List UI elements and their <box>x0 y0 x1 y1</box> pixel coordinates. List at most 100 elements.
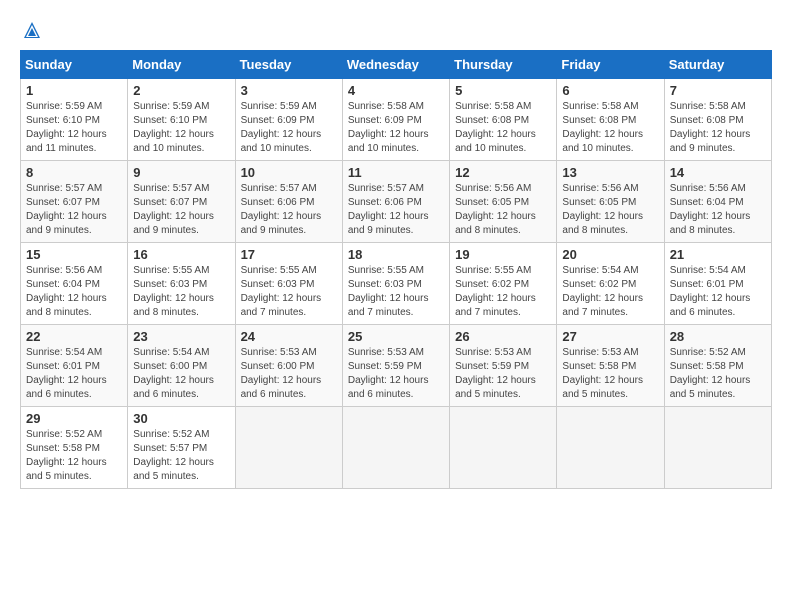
weekday-header-tuesday: Tuesday <box>235 51 342 79</box>
day-info: Sunrise: 5:53 AMSunset: 5:59 PMDaylight:… <box>348 346 444 402</box>
day-info: Sunrise: 5:58 AMSunset: 6:08 PMDaylight:… <box>455 100 551 156</box>
day-info: Sunrise: 5:56 AMSunset: 6:04 PMDaylight:… <box>26 264 122 320</box>
day-info: Sunrise: 5:56 AMSunset: 6:05 PMDaylight:… <box>562 182 658 238</box>
day-number: 10 <box>241 165 337 180</box>
day-info: Sunrise: 5:53 AMSunset: 6:00 PMDaylight:… <box>241 346 337 402</box>
calendar-cell <box>450 407 557 489</box>
calendar-cell: 22 Sunrise: 5:54 AMSunset: 6:01 PMDayligh… <box>21 325 128 407</box>
day-info: Sunrise: 5:56 AMSunset: 6:04 PMDaylight:… <box>670 182 766 238</box>
day-info: Sunrise: 5:55 AMSunset: 6:03 PMDaylight:… <box>133 264 229 320</box>
weekday-header-friday: Friday <box>557 51 664 79</box>
day-info: Sunrise: 5:53 AMSunset: 5:59 PMDaylight:… <box>455 346 551 402</box>
day-info: Sunrise: 5:52 AMSunset: 5:58 PMDaylight:… <box>26 428 122 484</box>
calendar-week-row: 15 Sunrise: 5:56 AMSunset: 6:04 PMDayligh… <box>21 243 772 325</box>
weekday-header-sunday: Sunday <box>21 51 128 79</box>
day-number: 2 <box>133 83 229 98</box>
day-number: 27 <box>562 329 658 344</box>
calendar-cell: 7 Sunrise: 5:58 AMSunset: 6:08 PMDaylight… <box>664 79 771 161</box>
calendar-cell: 16 Sunrise: 5:55 AMSunset: 6:03 PMDayligh… <box>128 243 235 325</box>
calendar-cell: 26 Sunrise: 5:53 AMSunset: 5:59 PMDayligh… <box>450 325 557 407</box>
day-info: Sunrise: 5:58 AMSunset: 6:08 PMDaylight:… <box>562 100 658 156</box>
day-number: 19 <box>455 247 551 262</box>
weekday-header-saturday: Saturday <box>664 51 771 79</box>
calendar-cell: 18 Sunrise: 5:55 AMSunset: 6:03 PMDayligh… <box>342 243 449 325</box>
calendar-cell: 27Sunrise: 5:53 AMSunset: 5:58 PMDayligh… <box>557 325 664 407</box>
calendar-cell <box>235 407 342 489</box>
day-number: 8 <box>26 165 122 180</box>
calendar-cell: 12 Sunrise: 5:56 AMSunset: 6:05 PMDayligh… <box>450 161 557 243</box>
day-info: Sunrise: 5:59 AMSunset: 6:10 PMDaylight:… <box>26 100 122 156</box>
calendar-cell <box>342 407 449 489</box>
day-info: Sunrise: 5:52 AMSunset: 5:58 PMDaylight:… <box>670 346 766 402</box>
day-number: 1 <box>26 83 122 98</box>
day-number: 28 <box>670 329 766 344</box>
day-number: 7 <box>670 83 766 98</box>
calendar-header-row: SundayMondayTuesdayWednesdayThursdayFrid… <box>21 51 772 79</box>
day-info: Sunrise: 5:54 AMSunset: 6:01 PMDaylight:… <box>670 264 766 320</box>
calendar-cell: 21Sunrise: 5:54 AMSunset: 6:01 PMDayligh… <box>664 243 771 325</box>
day-number: 29 <box>26 411 122 426</box>
calendar-cell: 23 Sunrise: 5:54 AMSunset: 6:00 PMDayligh… <box>128 325 235 407</box>
calendar-cell: 25 Sunrise: 5:53 AMSunset: 5:59 PMDayligh… <box>342 325 449 407</box>
calendar-cell: 30 Sunrise: 5:52 AMSunset: 5:57 PMDayligh… <box>128 407 235 489</box>
day-info: Sunrise: 5:55 AMSunset: 6:02 PMDaylight:… <box>455 264 551 320</box>
calendar-week-row: 1 Sunrise: 5:59 AMSunset: 6:10 PMDaylight… <box>21 79 772 161</box>
day-number: 6 <box>562 83 658 98</box>
day-number: 12 <box>455 165 551 180</box>
day-info: Sunrise: 5:54 AMSunset: 6:00 PMDaylight:… <box>133 346 229 402</box>
day-info: Sunrise: 5:55 AMSunset: 6:03 PMDaylight:… <box>348 264 444 320</box>
calendar-cell: 2 Sunrise: 5:59 AMSunset: 6:10 PMDaylight… <box>128 79 235 161</box>
day-number: 20 <box>562 247 658 262</box>
calendar-cell: 20 Sunrise: 5:54 AMSunset: 6:02 PMDayligh… <box>557 243 664 325</box>
page-header <box>20 20 772 40</box>
calendar-cell: 5Sunrise: 5:58 AMSunset: 6:08 PMDaylight… <box>450 79 557 161</box>
day-number: 26 <box>455 329 551 344</box>
day-info: Sunrise: 5:57 AMSunset: 6:06 PMDaylight:… <box>348 182 444 238</box>
day-info: Sunrise: 5:58 AMSunset: 6:08 PMDaylight:… <box>670 100 766 156</box>
day-number: 16 <box>133 247 229 262</box>
day-info: Sunrise: 5:54 AMSunset: 6:01 PMDaylight:… <box>26 346 122 402</box>
day-info: Sunrise: 5:58 AMSunset: 6:09 PMDaylight:… <box>348 100 444 156</box>
calendar-cell: 10 Sunrise: 5:57 AMSunset: 6:06 PMDayligh… <box>235 161 342 243</box>
day-info: Sunrise: 5:57 AMSunset: 6:07 PMDaylight:… <box>133 182 229 238</box>
day-info: Sunrise: 5:57 AMSunset: 6:06 PMDaylight:… <box>241 182 337 238</box>
calendar-cell: 13 Sunrise: 5:56 AMSunset: 6:05 PMDayligh… <box>557 161 664 243</box>
calendar-table: SundayMondayTuesdayWednesdayThursdayFrid… <box>20 50 772 489</box>
calendar-cell: 15 Sunrise: 5:56 AMSunset: 6:04 PMDayligh… <box>21 243 128 325</box>
day-number: 17 <box>241 247 337 262</box>
calendar-week-row: 29 Sunrise: 5:52 AMSunset: 5:58 PMDayligh… <box>21 407 772 489</box>
day-number: 13 <box>562 165 658 180</box>
logo-icon <box>22 20 42 40</box>
calendar-week-row: 8 Sunrise: 5:57 AMSunset: 6:07 PMDaylight… <box>21 161 772 243</box>
calendar-cell: 3Sunrise: 5:59 AMSunset: 6:09 PMDaylight… <box>235 79 342 161</box>
weekday-header-thursday: Thursday <box>450 51 557 79</box>
day-info: Sunrise: 5:54 AMSunset: 6:02 PMDaylight:… <box>562 264 658 320</box>
day-number: 3 <box>241 83 337 98</box>
calendar-cell: 9 Sunrise: 5:57 AMSunset: 6:07 PMDaylight… <box>128 161 235 243</box>
day-info: Sunrise: 5:59 AMSunset: 6:10 PMDaylight:… <box>133 100 229 156</box>
calendar-cell: 29 Sunrise: 5:52 AMSunset: 5:58 PMDayligh… <box>21 407 128 489</box>
day-number: 9 <box>133 165 229 180</box>
day-info: Sunrise: 5:52 AMSunset: 5:57 PMDaylight:… <box>133 428 229 484</box>
day-number: 30 <box>133 411 229 426</box>
calendar-cell: 11 Sunrise: 5:57 AMSunset: 6:06 PMDayligh… <box>342 161 449 243</box>
calendar-cell: 6 Sunrise: 5:58 AMSunset: 6:08 PMDaylight… <box>557 79 664 161</box>
calendar-cell: 1 Sunrise: 5:59 AMSunset: 6:10 PMDaylight… <box>21 79 128 161</box>
day-info: Sunrise: 5:57 AMSunset: 6:07 PMDaylight:… <box>26 182 122 238</box>
day-number: 25 <box>348 329 444 344</box>
weekday-header-wednesday: Wednesday <box>342 51 449 79</box>
day-number: 11 <box>348 165 444 180</box>
calendar-cell: 8 Sunrise: 5:57 AMSunset: 6:07 PMDaylight… <box>21 161 128 243</box>
calendar-week-row: 22 Sunrise: 5:54 AMSunset: 6:01 PMDayligh… <box>21 325 772 407</box>
day-number: 24 <box>241 329 337 344</box>
logo <box>20 20 44 40</box>
day-info: Sunrise: 5:56 AMSunset: 6:05 PMDaylight:… <box>455 182 551 238</box>
day-number: 22 <box>26 329 122 344</box>
day-number: 15 <box>26 247 122 262</box>
day-number: 4 <box>348 83 444 98</box>
calendar-cell: 17Sunrise: 5:55 AMSunset: 6:03 PMDayligh… <box>235 243 342 325</box>
weekday-header-monday: Monday <box>128 51 235 79</box>
calendar-cell: 24 Sunrise: 5:53 AMSunset: 6:00 PMDayligh… <box>235 325 342 407</box>
day-number: 18 <box>348 247 444 262</box>
day-number: 23 <box>133 329 229 344</box>
